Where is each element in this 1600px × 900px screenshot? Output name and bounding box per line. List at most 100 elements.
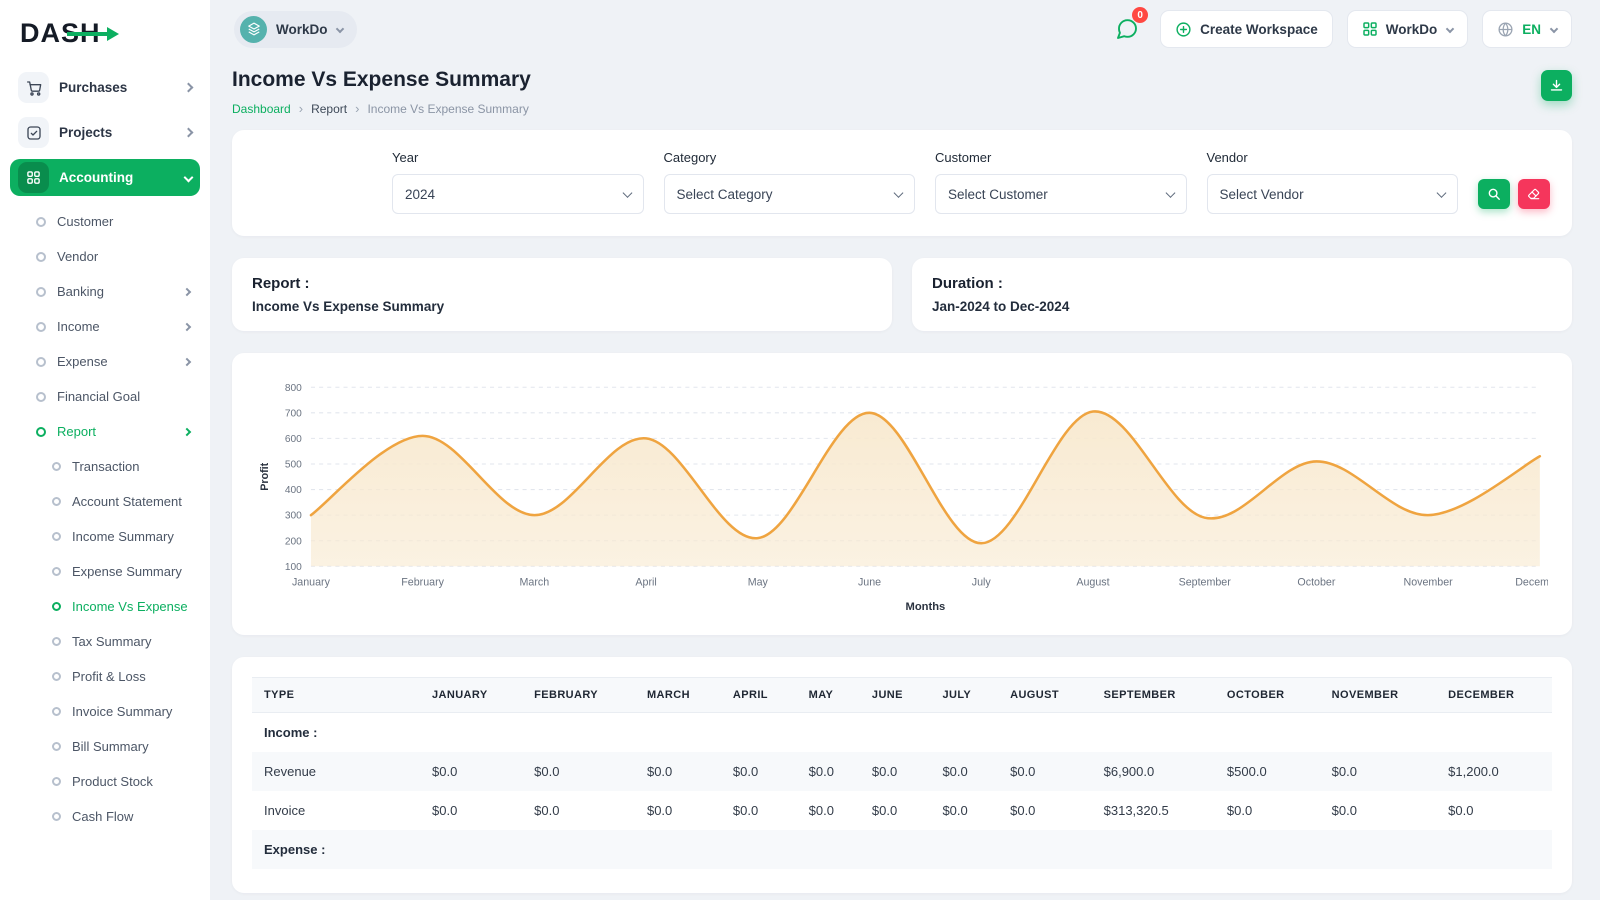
sidebar-item-purchases[interactable]: Purchases xyxy=(10,69,200,106)
sidebar-item-vendor[interactable]: Vendor xyxy=(10,239,200,274)
sidebar-item-label: Invoice Summary xyxy=(72,704,172,719)
chevron-right-icon xyxy=(184,128,194,138)
accounting-submenu: CustomerVendorBankingIncome Expense Financ… xyxy=(10,204,200,834)
cell-value: $0.0 xyxy=(998,752,1092,791)
sidebar-item-cash-flow[interactable]: Cash Flow xyxy=(10,799,200,834)
sidebar-item-financial-goal[interactable]: Financial Goal xyxy=(10,379,200,414)
sidebar-item-label: Transaction xyxy=(72,459,139,474)
cell-value: $6,900.0 xyxy=(1092,752,1215,791)
sidebar-item-label: Expense xyxy=(57,354,108,369)
sidebar-item-invoice-summary[interactable]: Invoice Summary xyxy=(10,694,200,729)
sidebar-item-customer[interactable]: Customer xyxy=(10,204,200,239)
app-switcher-button[interactable]: WorkDo xyxy=(1347,10,1469,48)
sidebar-item-report[interactable]: Report xyxy=(10,414,200,449)
workspace-selector[interactable]: WorkDo xyxy=(234,11,357,48)
chevron-down-icon xyxy=(335,25,343,33)
chevron-right-icon xyxy=(183,287,191,295)
breadcrumb-separator: › xyxy=(299,101,303,116)
messages-button[interactable]: 0 xyxy=(1108,10,1146,48)
eraser-icon xyxy=(1527,187,1541,201)
sidebar-item-product-stock[interactable]: Product Stock xyxy=(10,764,200,799)
cell-value: $0.0 xyxy=(420,791,522,830)
filter-customer: Customer Select Customer xyxy=(935,150,1187,214)
download-button[interactable] xyxy=(1541,70,1572,101)
sidebar-item-account-statement[interactable]: Account Statement xyxy=(10,484,200,519)
sidebar-item-transaction[interactable]: Transaction xyxy=(10,449,200,484)
col-header-december: DECEMBER xyxy=(1436,678,1552,713)
filter-vendor: Vendor Select Vendor xyxy=(1207,150,1459,214)
download-icon xyxy=(1549,78,1564,93)
plus-circle-icon xyxy=(1175,21,1192,38)
sidebar-item-label: Financial Goal xyxy=(57,389,140,404)
sidebar-item-income[interactable]: Income xyxy=(10,309,200,344)
sidebar-item-expense-summary[interactable]: Expense Summary xyxy=(10,554,200,589)
filter-card: Year 2024 Category Select Category Custo… xyxy=(232,130,1572,236)
breadcrumb-current: Income Vs Expense Summary xyxy=(367,102,528,116)
report-table-card: TYPEJANUARYFEBRUARYMARCHAPRILMAYJUNEJULY… xyxy=(232,657,1572,893)
chevron-down-icon xyxy=(184,173,194,183)
svg-text:November: November xyxy=(1404,577,1454,589)
circle-bullet-icon xyxy=(36,357,46,367)
circle-bullet-icon xyxy=(36,287,46,297)
create-workspace-button[interactable]: Create Workspace xyxy=(1160,10,1333,48)
sidebar-item-income-vs-expense[interactable]: Income Vs Expense xyxy=(10,589,200,624)
svg-text:January: January xyxy=(292,577,331,589)
sidebar-item-label: Accounting xyxy=(59,170,133,185)
breadcrumb-dashboard[interactable]: Dashboard xyxy=(232,102,291,116)
cell-value: $0.0 xyxy=(930,791,998,830)
income-vs-expense-chart: 100200300400500600700800JanuaryFebruaryM… xyxy=(256,373,1548,627)
sidebar-item-bill-summary[interactable]: Bill Summary xyxy=(10,729,200,764)
circle-bullet-icon xyxy=(52,812,61,821)
col-header-june: JUNE xyxy=(860,678,931,713)
circle-bullet-icon xyxy=(52,602,61,611)
sidebar-item-banking[interactable]: Banking xyxy=(10,274,200,309)
customer-select[interactable]: Select Customer xyxy=(935,174,1187,214)
col-header-august: AUGUST xyxy=(998,678,1092,713)
cell-value: $0.0 xyxy=(1436,791,1552,830)
apply-filter-button[interactable] xyxy=(1478,179,1510,209)
col-header-october: OCTOBER xyxy=(1215,678,1320,713)
sidebar-item-label: Projects xyxy=(59,125,112,140)
circle-bullet-icon xyxy=(36,392,46,402)
svg-text:600: 600 xyxy=(285,434,302,445)
sidebar-item-projects[interactable]: Projects xyxy=(10,114,200,151)
cell-value: $0.0 xyxy=(635,752,721,791)
sidebar-item-income-summary[interactable]: Income Summary xyxy=(10,519,200,554)
sidebar-item-label: Purchases xyxy=(59,80,127,95)
year-select[interactable]: 2024 xyxy=(392,174,644,214)
sidebar-item-tax-summary[interactable]: Tax Summary xyxy=(10,624,200,659)
circle-bullet-icon xyxy=(52,567,61,576)
report-submenu: Transaction Account Statement Income Summa… xyxy=(10,449,200,834)
cell-value: $0.0 xyxy=(797,752,860,791)
row-type: Invoice xyxy=(252,791,420,830)
income-expense-table: TYPEJANUARYFEBRUARYMARCHAPRILMAYJUNEJULY… xyxy=(252,677,1552,869)
col-header-november: NOVEMBER xyxy=(1320,678,1437,713)
app-logo[interactable]: DASH xyxy=(10,12,200,69)
language-selector[interactable]: EN xyxy=(1482,10,1572,48)
workspace-name: WorkDo xyxy=(276,22,328,37)
sidebar-item-profit-loss[interactable]: Profit & Loss xyxy=(10,659,200,694)
circle-bullet-icon xyxy=(52,777,61,786)
reset-filter-button[interactable] xyxy=(1518,179,1550,209)
duration-value: Jan-2024 to Dec-2024 xyxy=(932,299,1552,314)
vendor-select[interactable]: Select Vendor xyxy=(1207,174,1459,214)
sidebar-item-label: Bill Summary xyxy=(72,739,149,754)
col-header-july: JULY xyxy=(930,678,998,713)
globe-icon xyxy=(1497,21,1514,38)
svg-text:800: 800 xyxy=(285,383,302,394)
workspace-avatar-icon xyxy=(240,16,267,43)
svg-text:500: 500 xyxy=(285,460,302,471)
sidebar-item-label: Account Statement xyxy=(72,494,182,509)
grid-icon xyxy=(1362,21,1378,37)
sidebar-item-accounting[interactable]: Accounting xyxy=(10,159,200,196)
breadcrumb: Dashboard › Report › Income Vs Expense S… xyxy=(232,101,531,116)
section-label: Income : xyxy=(252,713,1552,753)
circle-bullet-icon xyxy=(52,672,61,681)
col-header-type: TYPE xyxy=(252,678,420,713)
circle-bullet-icon xyxy=(52,532,61,541)
category-select[interactable]: Select Category xyxy=(664,174,916,214)
sidebar-item-expense[interactable]: Expense xyxy=(10,344,200,379)
circle-bullet-icon xyxy=(52,707,61,716)
svg-text:400: 400 xyxy=(285,485,302,496)
breadcrumb-report[interactable]: Report xyxy=(311,102,347,116)
